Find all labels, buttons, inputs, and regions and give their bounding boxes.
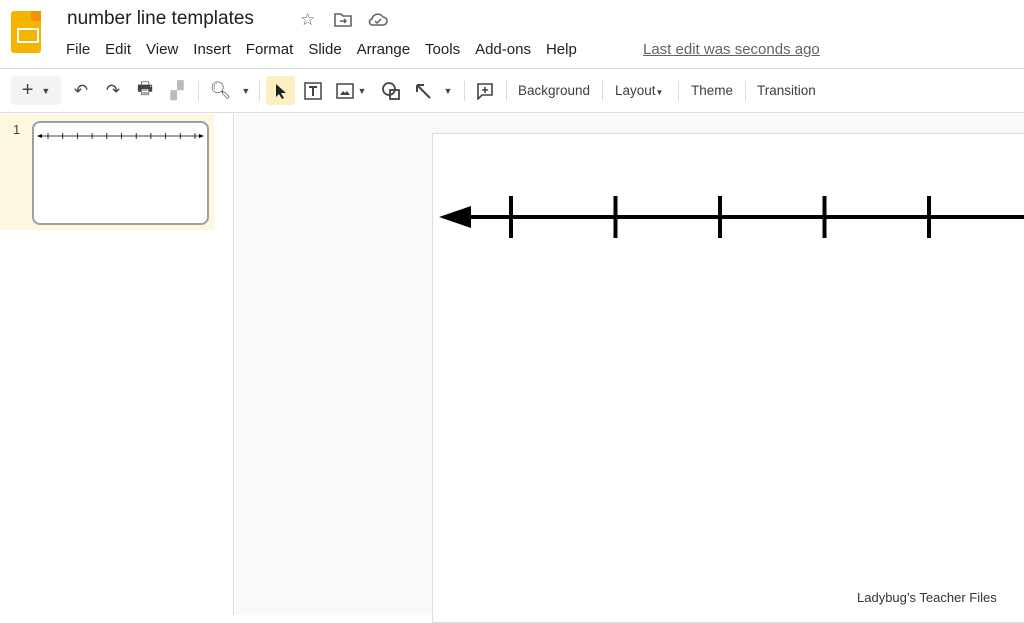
insert-image-button[interactable]: ▼	[332, 76, 370, 105]
new-slide-button[interactable]: + ▼	[11, 76, 61, 105]
divider	[464, 81, 465, 101]
line-button[interactable]: ▼	[410, 76, 456, 105]
background-button[interactable]: Background	[518, 83, 590, 98]
divider	[602, 81, 603, 101]
divider	[198, 81, 199, 101]
cursor-arrow-icon	[275, 83, 286, 99]
slide-number: 1	[13, 122, 21, 137]
layout-label: Layout	[615, 83, 656, 98]
add-comment-button[interactable]	[472, 76, 498, 105]
text-box-icon	[304, 81, 322, 100]
menu-tools[interactable]: Tools	[425, 41, 460, 58]
text-box-button[interactable]	[300, 76, 326, 105]
menu-arrange[interactable]: Arrange	[357, 41, 410, 58]
left-arrow-icon	[439, 206, 471, 228]
menu-edit[interactable]: Edit	[105, 41, 131, 58]
divider	[506, 81, 507, 101]
left-arrow-icon	[37, 134, 42, 138]
menu-view[interactable]: View	[146, 41, 178, 58]
image-icon	[335, 82, 354, 99]
paint-format-icon[interactable]: ▞	[164, 76, 190, 105]
chevron-down-icon: ▼	[443, 85, 453, 96]
move-to-folder-icon[interactable]	[334, 12, 352, 27]
right-arrow-icon	[199, 134, 204, 138]
menu-help[interactable]: Help	[546, 41, 577, 58]
document-title[interactable]: number line templates	[67, 8, 254, 30]
chevron-down-icon: ▼	[241, 85, 251, 96]
slide-thumbnail[interactable]	[32, 121, 209, 225]
slide[interactable]	[432, 133, 1024, 623]
menu-slide[interactable]: Slide	[308, 41, 341, 58]
number-line	[439, 196, 1024, 238]
watermark: Ladybug’s Teacher Files	[857, 590, 997, 605]
last-edit-link[interactable]: Last edit was seconds ago	[643, 41, 820, 58]
toolbar: + ▼ ↶ ↷ 🖶 ▞ 🔍︎ ▼ ▼ ▼ Background Layout▼ Th…	[0, 69, 1024, 113]
cloud-saved-icon[interactable]	[368, 12, 388, 27]
menu-format[interactable]: Format	[246, 41, 294, 58]
shape-icon	[382, 81, 400, 100]
theme-button[interactable]: Theme	[691, 83, 733, 98]
chevron-down-icon: ▼	[357, 85, 367, 96]
print-icon[interactable]: 🖶	[132, 76, 158, 105]
menu-addons[interactable]: Add-ons	[475, 41, 531, 58]
divider	[678, 81, 679, 101]
chevron-down-icon: ▼	[655, 88, 664, 97]
divider	[259, 81, 260, 101]
plus-icon: +	[21, 79, 34, 101]
star-icon[interactable]: ☆	[300, 10, 315, 30]
chevron-down-icon: ▼	[41, 85, 51, 96]
transition-button[interactable]: Transition	[757, 83, 816, 98]
layout-button[interactable]: Layout▼	[615, 83, 663, 98]
divider	[745, 81, 746, 101]
zoom-icon: 🔍︎	[209, 80, 232, 100]
zoom-button[interactable]: 🔍︎ ▼	[206, 76, 254, 105]
menu-file[interactable]: File	[66, 41, 90, 58]
select-tool-button[interactable]	[266, 76, 295, 105]
redo-button[interactable]: ↷	[100, 76, 126, 105]
shape-button[interactable]	[378, 76, 404, 105]
menu-insert[interactable]: Insert	[193, 41, 231, 58]
undo-button[interactable]: ↶	[68, 76, 94, 105]
slides-logo[interactable]	[11, 11, 41, 53]
thumbnail-number-line	[37, 133, 204, 139]
add-comment-icon	[477, 82, 493, 100]
menu-bar: File Edit View Insert Format Slide Arran…	[66, 41, 592, 58]
line-arrow-icon	[415, 83, 431, 99]
